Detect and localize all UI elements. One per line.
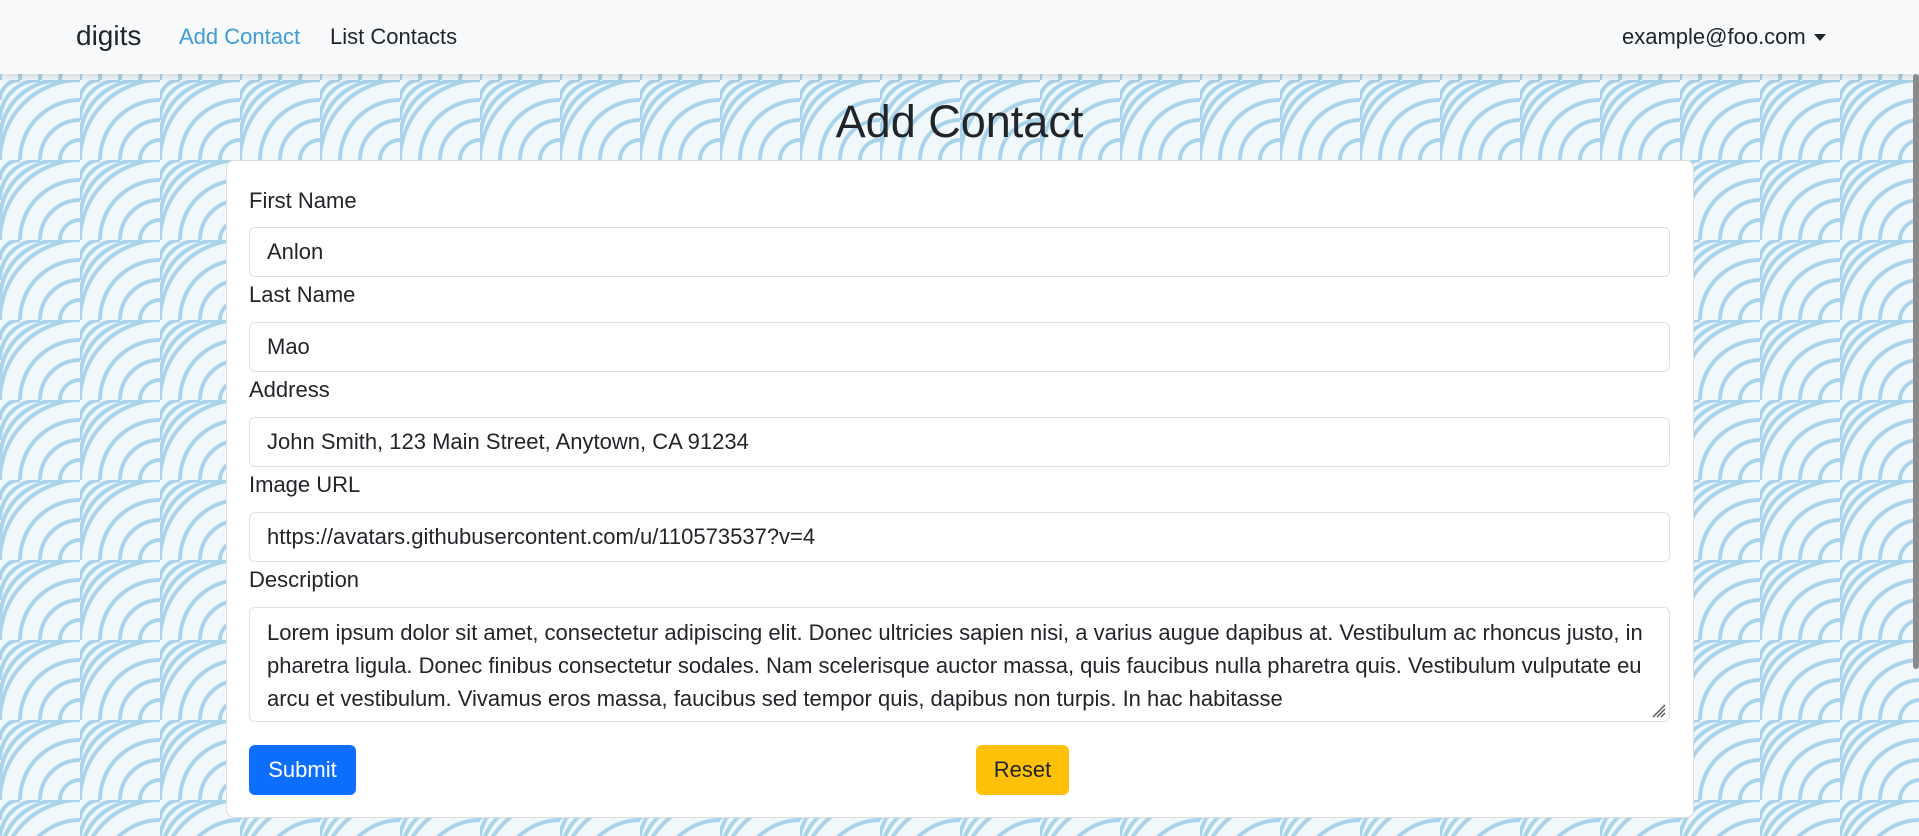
last-name-label: Last Name	[249, 282, 356, 307]
caret-down-icon	[1813, 33, 1826, 41]
page-title: Add Contact	[835, 96, 1084, 147]
description-textarea[interactable]: Lorem ipsum dolor sit amet, consectetur …	[249, 607, 1670, 722]
user-dropdown[interactable]: example@foo.com	[1622, 24, 1826, 50]
brand-link[interactable]: digits	[76, 20, 141, 52]
nav-link-add-contact[interactable]: Add Contact	[179, 24, 300, 50]
address-label: Address	[249, 377, 330, 402]
resize-grip-icon[interactable]	[1650, 702, 1666, 718]
submit-button[interactable]: Submit	[249, 745, 356, 795]
image-url-field[interactable]	[249, 512, 1670, 562]
scrollbar[interactable]	[1913, 74, 1919, 669]
reset-button[interactable]: Reset	[976, 745, 1069, 795]
first-name-label: First Name	[249, 188, 357, 213]
user-email: example@foo.com	[1622, 24, 1806, 49]
description-label: Description	[249, 567, 360, 592]
add-contact-form-card: First Name Last Name Address Image URL D…	[226, 160, 1694, 818]
address-field[interactable]	[249, 417, 1670, 467]
last-name-field[interactable]	[249, 322, 1670, 372]
top-navbar: digits Add Contact List Contacts example…	[0, 0, 1919, 74]
image-url-label: Image URL	[249, 472, 361, 497]
first-name-field[interactable]	[249, 227, 1670, 277]
nav-link-list-contacts[interactable]: List Contacts	[330, 24, 457, 50]
